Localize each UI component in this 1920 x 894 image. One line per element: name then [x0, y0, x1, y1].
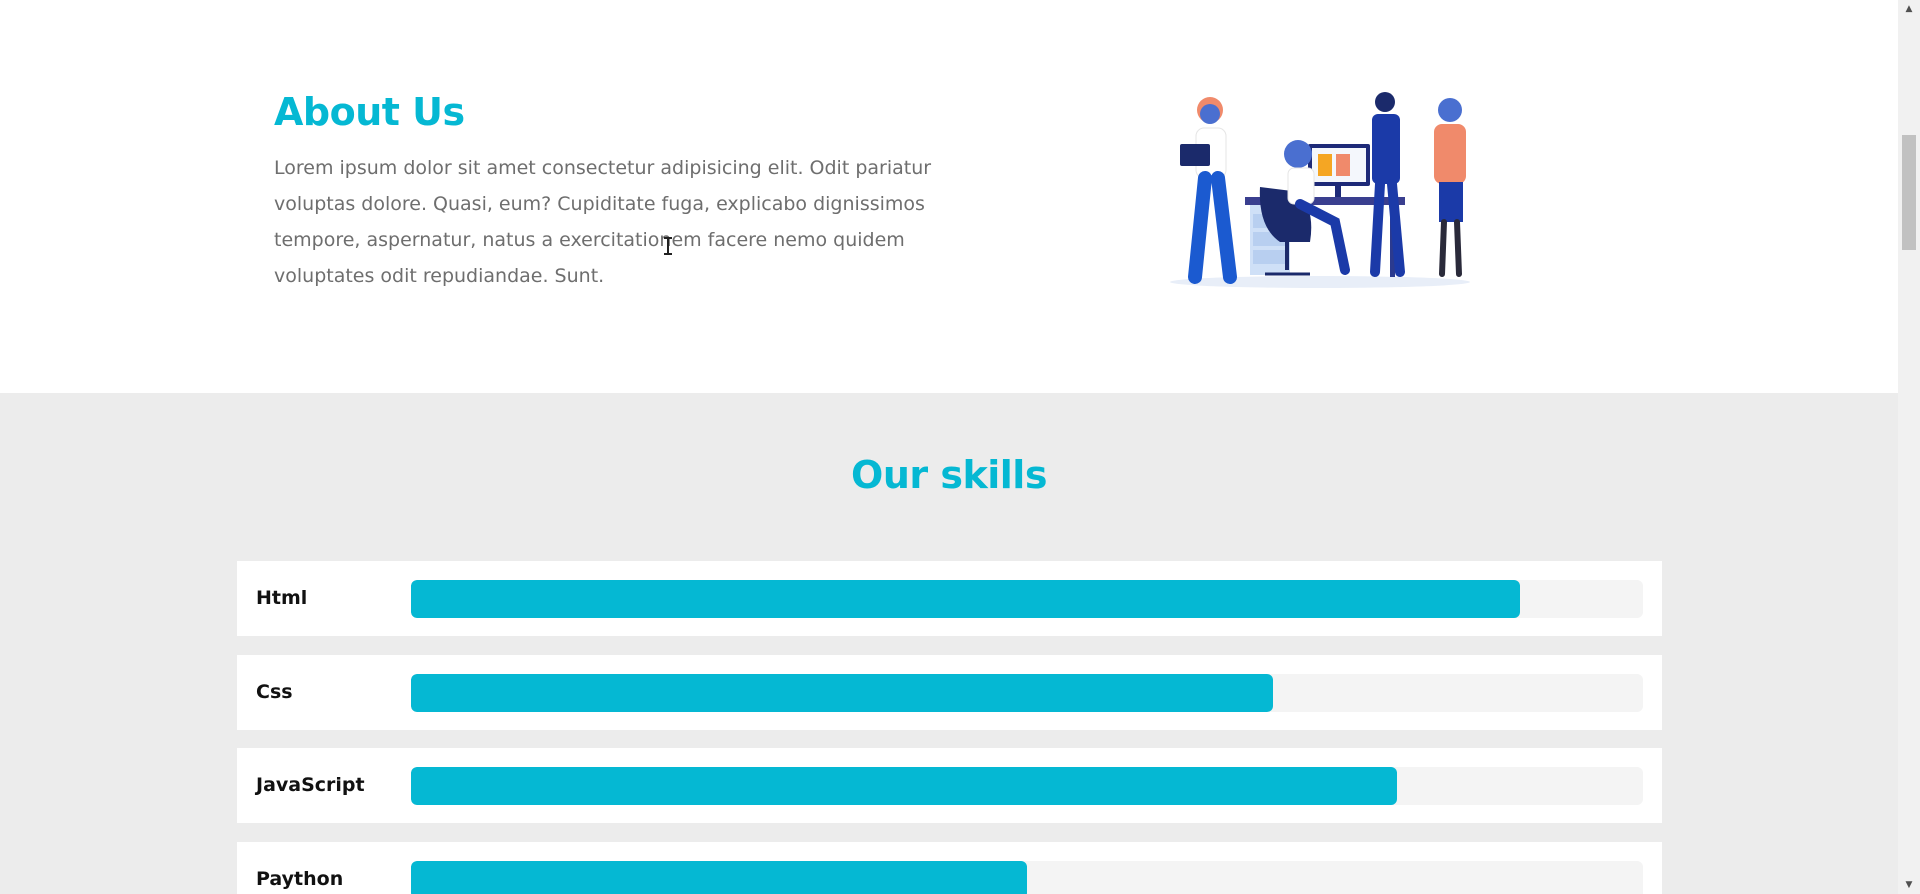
- skill-progress-track: [411, 674, 1643, 712]
- skills-title: Our skills: [851, 453, 1047, 497]
- page: About Us Lorem ipsum dolor sit amet cons…: [0, 0, 1898, 894]
- skill-row-paython: Paython: [237, 842, 1662, 894]
- skill-progress-fill: [411, 580, 1520, 618]
- skill-row-html: Html: [237, 561, 1662, 636]
- chevron-up-icon[interactable]: ▲: [1898, 0, 1920, 18]
- skill-label: Paython: [256, 868, 344, 890]
- skill-progress-track: [411, 767, 1643, 805]
- vertical-scrollbar[interactable]: ▲ ▼: [1898, 0, 1920, 894]
- skill-row-javascript: JavaScript: [237, 748, 1662, 823]
- about-title: About Us: [274, 90, 465, 134]
- about-section: About Us Lorem ipsum dolor sit amet cons…: [0, 0, 1898, 393]
- text-cursor-icon: [664, 237, 672, 255]
- team-office-illustration: [1170, 92, 1470, 288]
- scrollbar-thumb[interactable]: [1902, 135, 1916, 250]
- skill-label: JavaScript: [256, 774, 365, 796]
- skill-row-css: Css: [237, 655, 1662, 730]
- skill-progress-fill: [411, 674, 1274, 712]
- skill-progress-fill: [411, 767, 1397, 805]
- skills-section: Our skills Html Css JavaScript Paython: [0, 393, 1898, 894]
- about-text: Lorem ipsum dolor sit amet consectetur a…: [274, 157, 932, 287]
- skill-label: Css: [256, 681, 293, 703]
- chevron-down-icon[interactable]: ▼: [1898, 876, 1920, 894]
- skill-progress-track: [411, 861, 1643, 894]
- skill-progress-track: [411, 580, 1643, 618]
- skill-progress-fill: [411, 861, 1027, 894]
- skill-label: Html: [256, 587, 308, 609]
